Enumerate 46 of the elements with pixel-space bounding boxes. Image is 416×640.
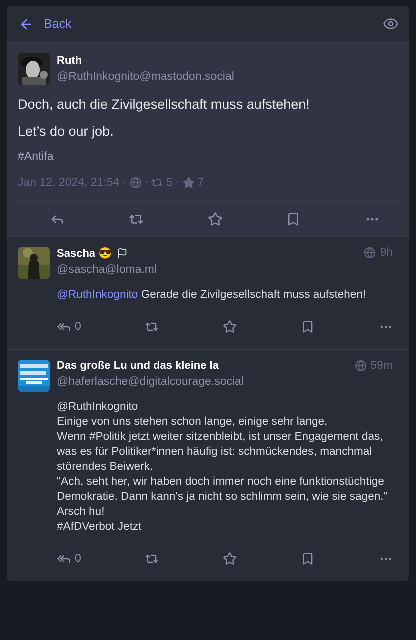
account-handle[interactable]: @sascha@loma.ml — [57, 264, 158, 276]
post-text: Doch, auch die Zivilgesellschaft muss aufstehen! — [18, 97, 311, 112]
star-icon — [182, 177, 195, 189]
bookmark-icon — [301, 552, 316, 566]
post-text: Let’s do our job. — [18, 124, 115, 139]
account-handle[interactable]: @RuthInkognito@mastodon.social — [57, 71, 234, 83]
reply-all-button[interactable]: 0 — [57, 552, 82, 566]
account-handle[interactable]: @haferlasche@digitalcourage.social — [57, 376, 244, 388]
globe-icon — [354, 360, 367, 372]
separator: · — [144, 177, 148, 189]
bookmark-icon[interactable] — [286, 212, 302, 226]
reply-text: #AfDVerbot Jetzt — [57, 520, 143, 535]
reply-text: "Ach, seht her, wir haben doch immer noch eine funktionstüchtige Demokratie. Dann kann's ja nicht so schlimm sein, wie sie sagen." — [57, 475, 389, 505]
boost-icon — [145, 552, 160, 566]
star-icon[interactable] — [208, 212, 222, 226]
display-name[interactable]: Ruth — [57, 55, 234, 67]
reply-text: Wenn #Politik jetzt weiter sitzenbleibt, ist unser Engagement das, was es für Politiker*innen häufig ist: schmückendes, manchmal störendes Beiwerk. — [57, 430, 384, 475]
display-name[interactable]: Das große Lu und das kleine la — [57, 360, 219, 372]
favourite-button[interactable] — [223, 320, 238, 334]
separator: · — [122, 177, 127, 189]
post-time[interactable]: 59m — [370, 360, 393, 372]
bookmark-button[interactable] — [301, 320, 316, 334]
boost-icon — [151, 177, 164, 189]
eye-icon[interactable] — [383, 16, 399, 32]
mention-link[interactable]: @RuthInkognito — [57, 289, 138, 301]
star-icon — [223, 320, 238, 334]
star-icon — [223, 552, 238, 566]
globe-icon — [130, 177, 142, 189]
flag-icon — [116, 248, 128, 259]
boost-button[interactable] — [145, 320, 160, 334]
back-button[interactable]: Back — [19, 16, 72, 32]
globe-icon — [364, 247, 376, 259]
reply-text: @RuthInkognito Gerade die Zivilgesellschaft muss aufstehen! — [57, 288, 368, 303]
hashtag-link[interactable]: #Antifa — [18, 151, 54, 163]
reply-text: Arsch hu! — [57, 505, 106, 520]
post-time[interactable]: 9h — [380, 247, 393, 259]
boost-button[interactable] — [145, 552, 160, 566]
boost-icon — [145, 320, 160, 334]
reply-text: @RuthInkognito — [57, 400, 140, 415]
bookmark-button[interactable] — [301, 552, 316, 566]
separator: · — [176, 177, 180, 189]
bookmark-icon — [301, 320, 316, 334]
display-name[interactable]: Sascha 😎 — [57, 247, 113, 260]
reply-text: Einige von uns stehen schon lange, einige sehr lange. — [57, 415, 329, 430]
reply-all-button[interactable]: 0 — [57, 320, 82, 334]
favourite-button[interactable] — [223, 552, 238, 566]
